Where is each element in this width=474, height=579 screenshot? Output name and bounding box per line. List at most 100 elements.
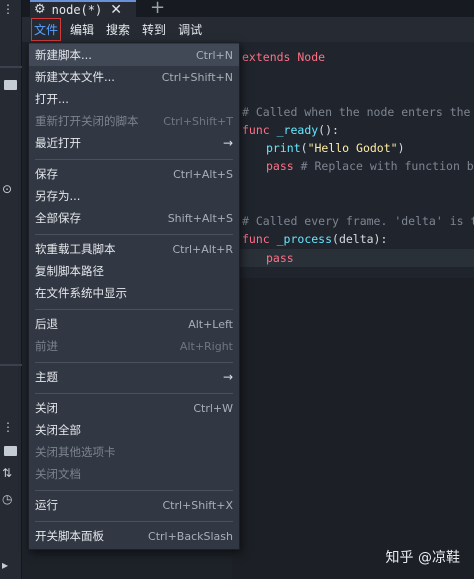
new-tab-icon[interactable]: + — [150, 0, 165, 18]
code-keyword: pass — [266, 251, 294, 265]
chevron-right-icon: → — [222, 136, 233, 150]
menu-item-label: 运行 — [35, 498, 58, 512]
code-comment: # Called when the node enters the — [242, 105, 471, 119]
menu-item-new-script[interactable]: 新建脚本... Ctrl+N — [29, 44, 239, 66]
code-string: "Hello Godot" — [307, 141, 398, 155]
sort-icon[interactable]: ⇅ — [2, 466, 12, 480]
code-comment: # Replace with function b — [293, 159, 474, 173]
menu-debug[interactable]: 调试 — [178, 21, 202, 38]
menu-item-toggle-scripts-panel[interactable]: 开关脚本面板 Ctrl+BackSlash — [29, 525, 239, 547]
menu-item-copy-path[interactable]: 复制脚本路径 — [29, 260, 239, 282]
menu-separator — [35, 362, 233, 363]
script-menubar: 文件 编辑 搜索 转到 调试 — [22, 17, 474, 42]
code-line: func _process(delta): — [242, 230, 387, 248]
menu-item-label: 在文件系统中显示 — [35, 286, 127, 300]
menu-item-label: 开关脚本面板 — [35, 529, 104, 543]
dock-separator — [0, 66, 22, 68]
code-function: _process — [276, 232, 333, 246]
menu-item-label: 关闭全部 — [35, 423, 81, 437]
menu-item-new-text-file[interactable]: 新建文本文件... Ctrl+Shift+N — [29, 66, 239, 88]
code-keyword: pass — [266, 159, 294, 173]
code-keyword: func — [242, 232, 277, 246]
tab-node[interactable]: ⚙ node(*) ✕ — [30, 0, 136, 18]
folder-icon[interactable] — [4, 80, 17, 90]
menu-item-label: 新建文本文件... — [35, 70, 115, 84]
menu-item-reopen-closed[interactable]: 重新打开关闭的脚本 Ctrl+Shift+T — [29, 110, 239, 132]
menu-item-close-other-tabs[interactable]: 关闭其他选项卡 — [29, 441, 239, 463]
menu-dots-icon[interactable]: ⋮ — [2, 420, 14, 434]
menu-item-run[interactable]: 运行 Ctrl+Shift+X — [29, 494, 239, 516]
code-function: print — [266, 141, 301, 155]
tab-strip: ⚙ node(*) ✕ + — [22, 0, 474, 18]
code-text: (delta): — [332, 232, 388, 246]
menu-item-label: 复制脚本路径 — [35, 264, 104, 278]
menu-item-label: 关闭其他选项卡 — [35, 445, 116, 459]
clock-icon[interactable]: ◷ — [2, 492, 12, 506]
menu-item-shortcut: Ctrl+Shift+T — [163, 114, 233, 128]
menu-item-shortcut: Ctrl+Alt+R — [172, 242, 233, 256]
menu-item-open[interactable]: 打开... — [29, 88, 239, 110]
editor-empty-area — [232, 278, 474, 579]
code-line: extends Node — [242, 48, 325, 66]
menu-item-shortcut: Ctrl+Shift+X — [162, 498, 233, 512]
code-line: pass # Replace with function b — [266, 157, 474, 175]
menu-item-label: 打开... — [35, 92, 69, 106]
menu-item-save[interactable]: 保存 Ctrl+Alt+S — [29, 163, 239, 185]
menu-dots-icon[interactable]: ⋮ — [2, 2, 14, 16]
code-keyword: func — [242, 123, 277, 137]
code-line: # Called when the node enters the — [242, 103, 470, 121]
close-icon[interactable]: ✕ — [110, 2, 122, 18]
menu-item-label: 主题 — [35, 370, 58, 384]
gear-icon: ⚙ — [34, 2, 46, 17]
menu-item-label: 全部保存 — [35, 211, 81, 225]
menu-item-forward[interactable]: 前进 Alt+Right — [29, 335, 239, 357]
code-comment: # Called every frame. 'delta' is t — [242, 214, 474, 228]
menu-item-label: 后退 — [35, 317, 58, 331]
menu-item-label: 重新打开关闭的脚本 — [35, 114, 139, 128]
left-dock: ⋮ ⊙ ⋮ ⇅ ◷ ▸ — [0, 0, 22, 579]
code-editor[interactable]: extends Node # Called when the node ente… — [232, 42, 474, 278]
menu-item-save-as[interactable]: 另存为... — [29, 185, 239, 207]
arrow-icon[interactable]: ▸ — [2, 558, 8, 572]
menu-item-show-in-filesystem[interactable]: 在文件系统中显示 — [29, 282, 239, 304]
chevron-right-icon: → — [222, 370, 233, 384]
menu-item-shortcut: Alt+Left — [188, 317, 233, 331]
menu-item-shortcut: Ctrl+Alt+S — [173, 167, 233, 181]
menu-item-label: 新建脚本... — [35, 48, 92, 62]
code-text: ( — [300, 141, 308, 155]
menu-item-label: 关闭 — [35, 401, 58, 415]
menu-item-shortcut: Shift+Alt+S — [167, 211, 233, 225]
menu-search[interactable]: 搜索 — [106, 21, 130, 38]
menu-edit[interactable]: 编辑 — [70, 21, 94, 38]
menu-separator — [35, 521, 233, 522]
menu-item-label: 关闭文档 — [35, 467, 81, 481]
tab-title: node(*) — [51, 2, 103, 17]
menu-item-close[interactable]: 关闭 Ctrl+W — [29, 397, 239, 419]
file-dropdown-menu: 新建脚本... Ctrl+N 新建文本文件... Ctrl+Shift+N 打开..… — [28, 42, 240, 550]
menu-item-soft-reload[interactable]: 软重载工具脚本 Ctrl+Alt+R — [29, 238, 239, 260]
dock-separator — [0, 364, 22, 366]
menu-separator — [35, 309, 233, 310]
code-function: _ready — [276, 123, 319, 137]
menu-item-label: 另存为... — [35, 189, 81, 203]
code-line: func _ready(): — [242, 121, 339, 139]
menu-item-save-all[interactable]: 全部保存 Shift+Alt+S — [29, 207, 239, 229]
menu-item-close-docs[interactable]: 关闭文档 — [29, 463, 239, 485]
menu-goto[interactable]: 转到 — [142, 21, 166, 38]
list-icon[interactable] — [4, 446, 17, 456]
eye-icon[interactable]: ⊙ — [2, 182, 12, 196]
menu-separator — [35, 490, 233, 491]
menu-separator — [35, 234, 233, 235]
menu-item-close-all[interactable]: 关闭全部 — [29, 419, 239, 441]
menu-item-shortcut: Ctrl+Shift+N — [161, 70, 233, 84]
menu-item-label: 前进 — [35, 339, 58, 353]
menu-file[interactable]: 文件 — [30, 18, 62, 41]
menu-item-back[interactable]: 后退 Alt+Left — [29, 313, 239, 335]
watermark: 知乎 @凉鞋 — [385, 550, 460, 566]
menu-item-shortcut: Ctrl+W — [193, 401, 233, 415]
menu-item-recent[interactable]: 最近打开 → — [29, 132, 239, 154]
menu-item-label: 保存 — [35, 167, 58, 181]
menu-separator — [35, 393, 233, 394]
menu-item-label: 最近打开 — [35, 136, 81, 150]
menu-item-theme[interactable]: 主题 → — [29, 366, 239, 388]
